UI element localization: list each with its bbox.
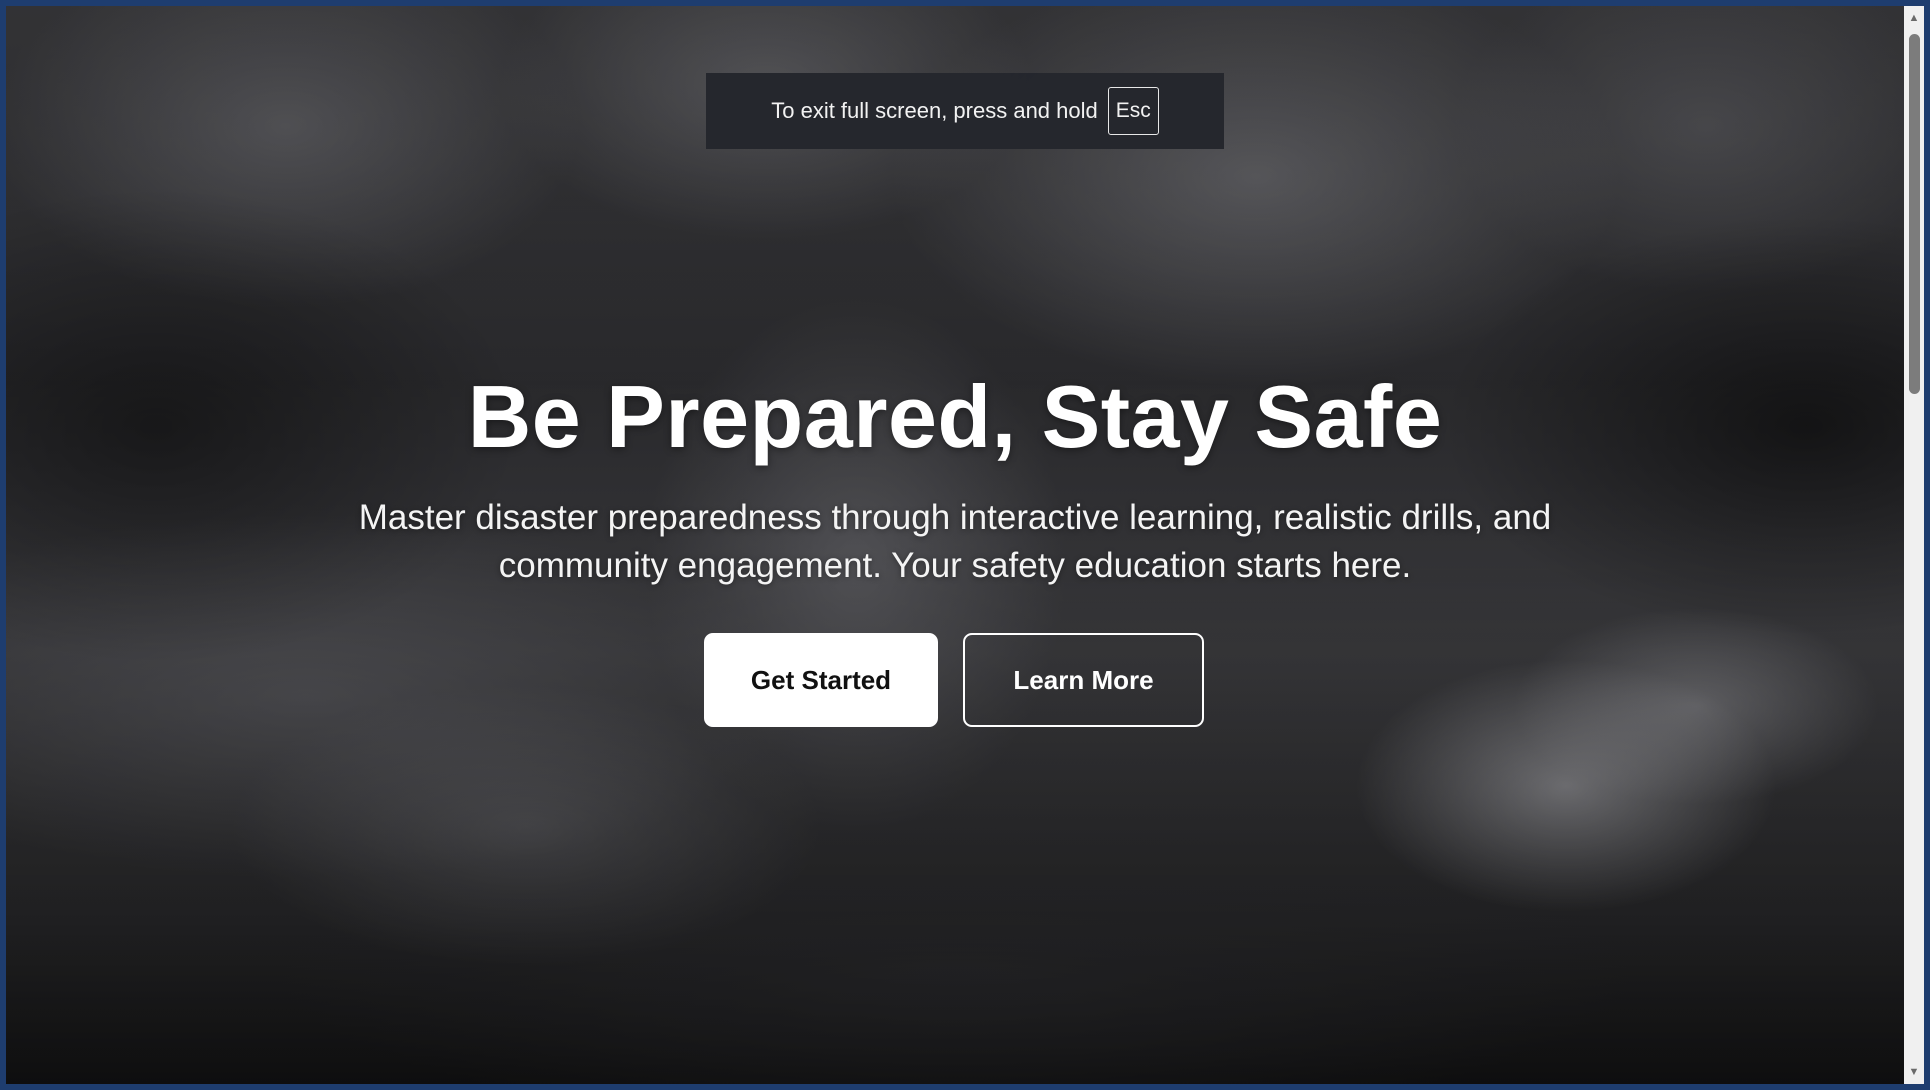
browser-window-frame: Be Prepared, Stay Safe Master disaster p…	[0, 0, 1930, 1090]
learn-more-button[interactable]: Learn More	[963, 633, 1204, 727]
scroll-down-icon[interactable]: ▼	[1904, 1062, 1924, 1082]
esc-key-badge: Esc	[1107, 87, 1159, 135]
page-viewport: Be Prepared, Stay Safe Master disaster p…	[6, 6, 1904, 1084]
hero-subtitle: Master disaster preparedness through int…	[358, 498, 1552, 585]
fullscreen-exit-notice: To exit full screen, press and hold Esc	[706, 73, 1224, 149]
scroll-up-icon[interactable]: ▲	[1904, 8, 1924, 28]
hero-title: Be Prepared, Stay Safe	[467, 367, 1443, 466]
get-started-button[interactable]: Get Started	[704, 633, 938, 727]
vertical-scrollbar[interactable]: ▲ ▼	[1904, 6, 1924, 1084]
scrollbar-thumb[interactable]	[1909, 34, 1920, 394]
fullscreen-notice-text: To exit full screen, press and hold	[771, 98, 1098, 123]
